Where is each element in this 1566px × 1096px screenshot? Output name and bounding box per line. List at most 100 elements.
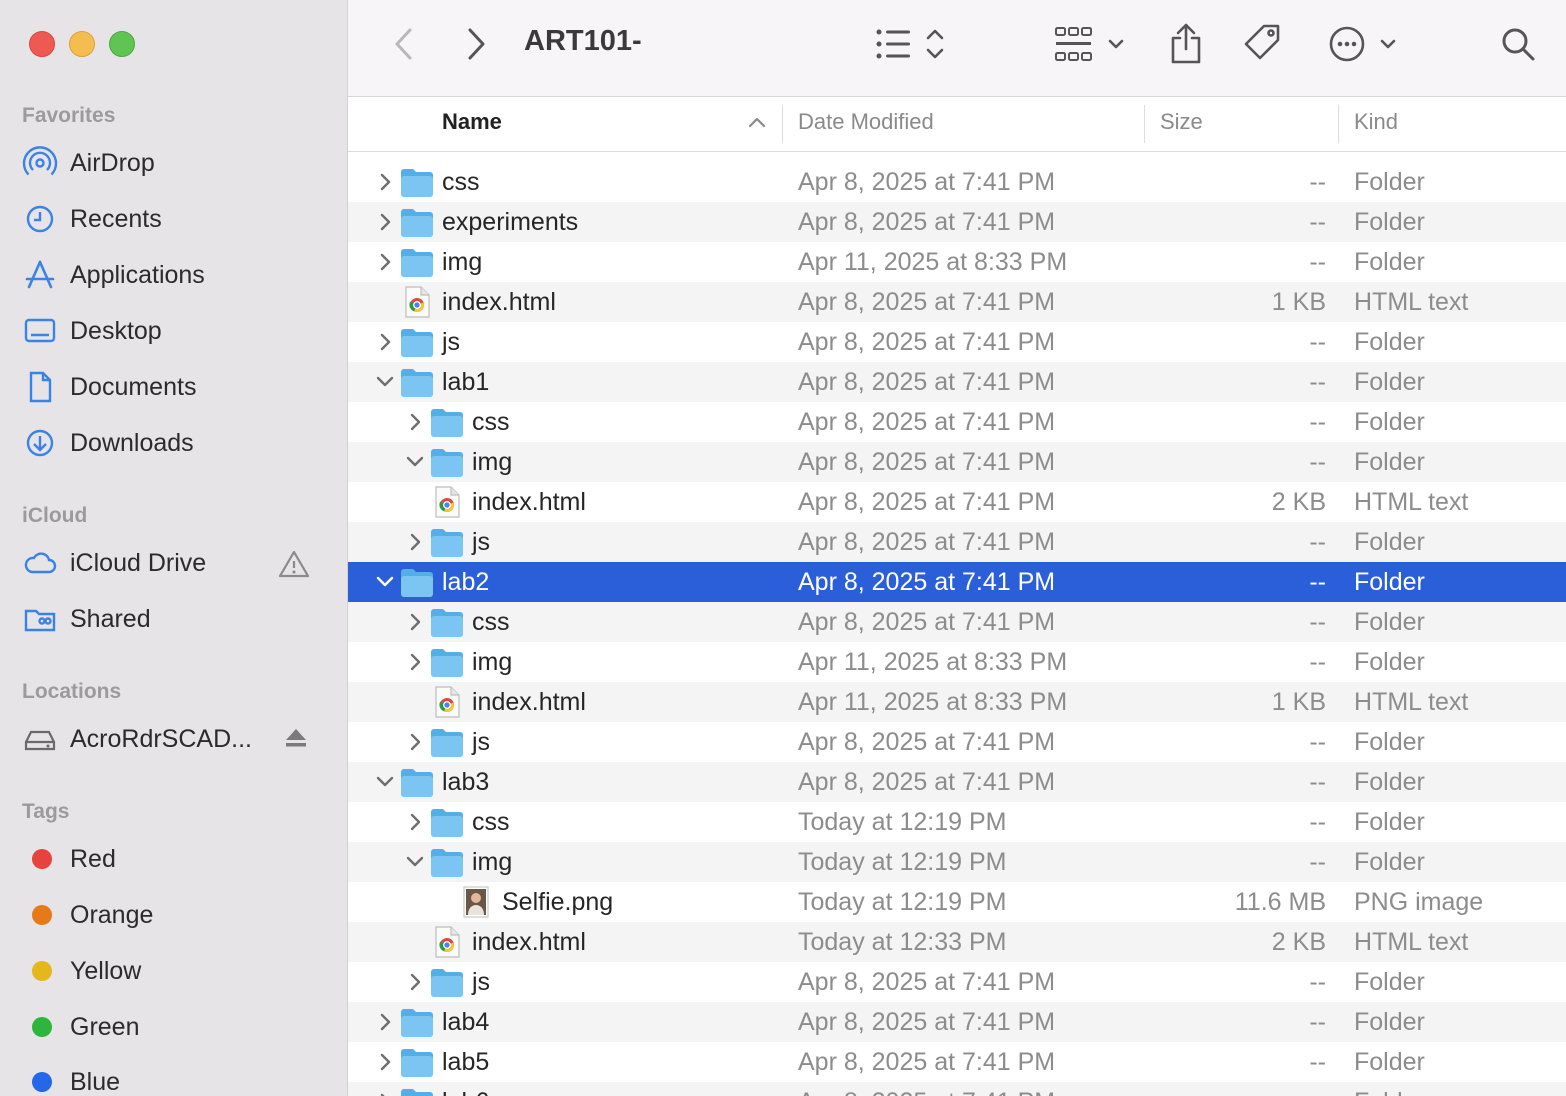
date-modified: Apr 11, 2025 at 8:33 PM <box>798 688 1068 716</box>
chevron-right-icon[interactable] <box>404 530 426 554</box>
folder-row[interactable]: css Apr 8, 2025 at 7:41 PM -- Folder <box>348 402 1566 442</box>
file-name: lab3 <box>442 768 490 796</box>
chevron-right-icon[interactable] <box>374 330 396 354</box>
file-row[interactable]: index.html Today at 12:33 PM 2 KB HTML text <box>348 922 1566 962</box>
chevron-right-icon[interactable] <box>404 610 426 634</box>
search-button[interactable] <box>1498 24 1538 64</box>
folder-row[interactable]: css Today at 12:19 PM -- Folder <box>348 802 1566 842</box>
file-row[interactable]: index.html Apr 8, 2025 at 7:41 PM 1 KB HTML… <box>348 282 1566 322</box>
zoom-window-button[interactable] <box>109 31 135 57</box>
file-kind: Folder <box>1354 168 1425 196</box>
sidebar-tag-orange[interactable]: Orange <box>22 893 322 937</box>
disk-icon <box>22 723 60 755</box>
sidebar-tag-blue[interactable]: Blue <box>22 1060 322 1096</box>
chevron-down-icon[interactable] <box>404 850 426 874</box>
date-modified: Apr 8, 2025 at 7:41 PM <box>798 328 1056 356</box>
eject-icon[interactable] <box>282 725 310 756</box>
chevron-up-icon[interactable] <box>747 115 767 134</box>
toolbar: ART101- <box>348 0 1566 97</box>
chevron-right-icon[interactable] <box>404 650 426 674</box>
folder-row[interactable]: lab6 Apr 8, 2025 at 7:41 PM -- Folder <box>348 1082 1566 1096</box>
sidebar-item-desktop[interactable]: Desktop <box>22 309 322 353</box>
file-kind: HTML text <box>1354 288 1469 316</box>
column-date-modified[interactable]: Date Modified <box>798 109 934 135</box>
date-modified: Today at 12:19 PM <box>798 808 1007 836</box>
column-name[interactable]: Name <box>442 109 502 135</box>
chevron-down-icon[interactable] <box>374 370 396 394</box>
chevron-right-icon[interactable] <box>404 410 426 434</box>
file-name: css <box>472 608 510 636</box>
sidebar-tag-yellow[interactable]: Yellow <box>22 949 322 993</box>
sidebar-item-airdrop[interactable]: AirDrop <box>22 141 322 185</box>
desktop-icon <box>22 315 60 347</box>
close-window-button[interactable] <box>29 31 55 57</box>
folder-row[interactable]: img Apr 11, 2025 at 8:33 PM -- Folder <box>348 642 1566 682</box>
tag-button[interactable] <box>1242 22 1284 64</box>
folder-row[interactable]: css Apr 8, 2025 at 7:41 PM -- Folder <box>348 162 1566 202</box>
folder-row[interactable]: img Apr 8, 2025 at 7:41 PM -- Folder <box>348 442 1566 482</box>
file-kind: Folder <box>1354 1048 1425 1076</box>
sidebar-item-label: Downloads <box>70 428 194 457</box>
warning-icon[interactable] <box>278 549 310 584</box>
sidebar-item-shared[interactable]: Shared <box>22 597 322 641</box>
folder-row[interactable]: experiments Apr 8, 2025 at 7:41 PM -- Folde… <box>348 202 1566 242</box>
folder-row[interactable]: lab4 Apr 8, 2025 at 7:41 PM -- Folder <box>348 1002 1566 1042</box>
view-options-button[interactable] <box>874 24 948 64</box>
chevron-down-icon[interactable] <box>374 570 396 594</box>
folder-row[interactable]: js Apr 8, 2025 at 7:41 PM -- Folder <box>348 722 1566 762</box>
file-kind: Folder <box>1354 248 1425 276</box>
file-name: lab6 <box>442 1088 489 1096</box>
date-modified: Apr 8, 2025 at 7:41 PM <box>798 968 1056 996</box>
folder-row[interactable]: js Apr 8, 2025 at 7:41 PM -- Folder <box>348 962 1566 1002</box>
sidebar-item-recents[interactable]: Recents <box>22 197 322 241</box>
column-divider[interactable] <box>782 105 783 143</box>
sidebar-item-applications[interactable]: Applications <box>22 253 322 297</box>
chevron-right-icon[interactable] <box>374 1010 396 1034</box>
file-kind: Folder <box>1354 1088 1425 1096</box>
share-button[interactable] <box>1166 20 1206 66</box>
file-size: -- <box>1309 808 1326 836</box>
sidebar-item-icloud-drive[interactable]: iCloud Drive <box>22 541 322 585</box>
chevron-right-icon[interactable] <box>404 970 426 994</box>
sidebar-item-acrordrscad[interactable]: AcroRdrSCAD... <box>22 717 322 761</box>
folder-row[interactable]: css Apr 8, 2025 at 7:41 PM -- Folder <box>348 602 1566 642</box>
folder-row[interactable]: lab1 Apr 8, 2025 at 7:41 PM -- Folder <box>348 362 1566 402</box>
file-row[interactable]: index.html Apr 11, 2025 at 8:33 PM 1 KB HTM… <box>348 682 1566 722</box>
column-kind[interactable]: Kind <box>1354 109 1398 135</box>
html-file-icon <box>433 926 461 965</box>
file-row[interactable]: index.html Apr 8, 2025 at 7:41 PM 2 KB HTML… <box>348 482 1566 522</box>
folder-row[interactable]: lab3 Apr 8, 2025 at 7:41 PM -- Folder <box>348 762 1566 802</box>
folder-row[interactable]: js Apr 8, 2025 at 7:41 PM -- Folder <box>348 522 1566 562</box>
chevron-right-icon[interactable] <box>374 210 396 234</box>
file-kind: Folder <box>1354 448 1425 476</box>
folder-row[interactable]: js Apr 8, 2025 at 7:41 PM -- Folder <box>348 322 1566 362</box>
sidebar-item-downloads[interactable]: Downloads <box>22 421 322 465</box>
minimize-window-button[interactable] <box>69 31 95 57</box>
file-row[interactable]: Selfie.png Today at 12:19 PM 11.6 MB PNG im… <box>348 882 1566 922</box>
chevron-right-icon[interactable] <box>404 730 426 754</box>
folder-row[interactable]: img Today at 12:19 PM -- Folder <box>348 842 1566 882</box>
chevron-right-icon[interactable] <box>374 250 396 274</box>
group-button[interactable] <box>1054 24 1128 64</box>
sidebar-tag-red[interactable]: Red <box>22 837 322 881</box>
folder-row[interactable]: lab2 Apr 8, 2025 at 7:41 PM -- Folder <box>348 562 1566 602</box>
sidebar-item-label: Applications <box>70 260 205 289</box>
folder-row[interactable]: lab5 Apr 8, 2025 at 7:41 PM -- Folder <box>348 1042 1566 1082</box>
chevron-down-icon[interactable] <box>374 770 396 794</box>
chevron-right-icon[interactable] <box>374 1050 396 1074</box>
sidebar-tag-green[interactable]: Green <box>22 1005 322 1049</box>
chevron-right-icon[interactable] <box>374 170 396 194</box>
date-modified: Apr 8, 2025 at 7:41 PM <box>798 408 1056 436</box>
chevron-right-icon[interactable] <box>404 810 426 834</box>
file-size: -- <box>1309 768 1326 796</box>
chevron-down-icon[interactable] <box>404 450 426 474</box>
back-button[interactable] <box>386 26 422 62</box>
sidebar-item-documents[interactable]: Documents <box>22 365 322 409</box>
column-divider[interactable] <box>1338 105 1339 143</box>
column-divider[interactable] <box>1144 105 1145 143</box>
folder-row[interactable]: img Apr 11, 2025 at 8:33 PM -- Folder <box>348 242 1566 282</box>
column-size[interactable]: Size <box>1160 109 1203 135</box>
chevron-right-icon[interactable] <box>374 1090 396 1096</box>
more-actions-button[interactable] <box>1328 24 1400 64</box>
forward-button[interactable] <box>458 26 494 62</box>
